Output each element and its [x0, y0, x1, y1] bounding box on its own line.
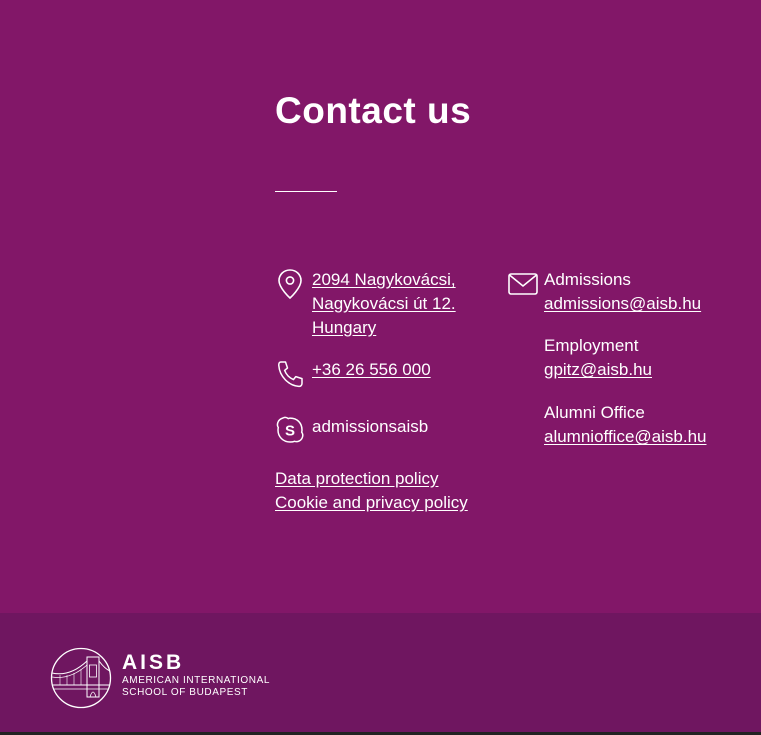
svg-text:S: S — [285, 423, 295, 440]
email-label: Admissions — [544, 270, 631, 289]
address-line2: Nagykovácsi út 12. — [312, 294, 456, 313]
logo-subtitle-line1: AMERICAN INTERNATIONAL — [122, 675, 271, 686]
contact-section: Contact us 2094 Nagykovácsi, Nagykovácsi… — [0, 0, 761, 613]
address-row: 2094 Nagykovácsi, Nagykovácsi út 12. Hun… — [275, 268, 456, 340]
email-link[interactable]: gpitz@aisb.hu — [544, 358, 652, 382]
cookie-privacy-policy-link[interactable]: Cookie and privacy policy — [275, 491, 468, 515]
phone-link[interactable]: +36 26 556 000 — [312, 358, 431, 382]
policy-links: Data protection policy Cookie and privac… — [275, 467, 468, 515]
phone-icon — [275, 358, 305, 390]
skype-icon: S — [275, 415, 305, 447]
envelope-icon — [508, 272, 538, 296]
email-label: Alumni Office — [544, 403, 645, 422]
map-pin-icon — [275, 268, 305, 300]
title-underline — [275, 191, 337, 192]
email-group-alumni: Alumni Office alumnioffice@aisb.hu — [544, 401, 706, 449]
page-title: Contact us — [275, 90, 472, 131]
data-protection-policy-link[interactable]: Data protection policy — [275, 467, 468, 491]
logo-subtitle-line2: SCHOOL OF BUDAPEST — [122, 687, 249, 698]
skype-row: S admissionsaisb — [275, 415, 428, 447]
email-group-employment: Employment gpitz@aisb.hu — [544, 334, 652, 382]
email-link[interactable]: admissions@aisb.hu — [544, 292, 701, 316]
address-link[interactable]: 2094 Nagykovácsi, Nagykovácsi út 12. Hun… — [312, 268, 456, 340]
address-line1: 2094 Nagykovácsi, — [312, 270, 456, 289]
bridge-logo-icon[interactable] — [50, 647, 112, 709]
skype-handle: admissionsaisb — [312, 417, 429, 436]
email-link[interactable]: alumnioffice@aisb.hu — [544, 425, 706, 449]
address-line3: Hungary — [312, 318, 377, 337]
footer: AISB AMERICAN INTERNATIONAL SCHOOL OF BU… — [0, 613, 761, 735]
email-group-admissions: Admissions admissions@aisb.hu — [544, 268, 701, 316]
phone-row: +36 26 556 000 — [275, 358, 431, 390]
email-label: Employment — [544, 336, 639, 355]
logo-name: AISB — [122, 651, 185, 674]
school-logo-text: AISB AMERICAN INTERNATIONAL SCHOOL OF BU… — [122, 651, 270, 699]
